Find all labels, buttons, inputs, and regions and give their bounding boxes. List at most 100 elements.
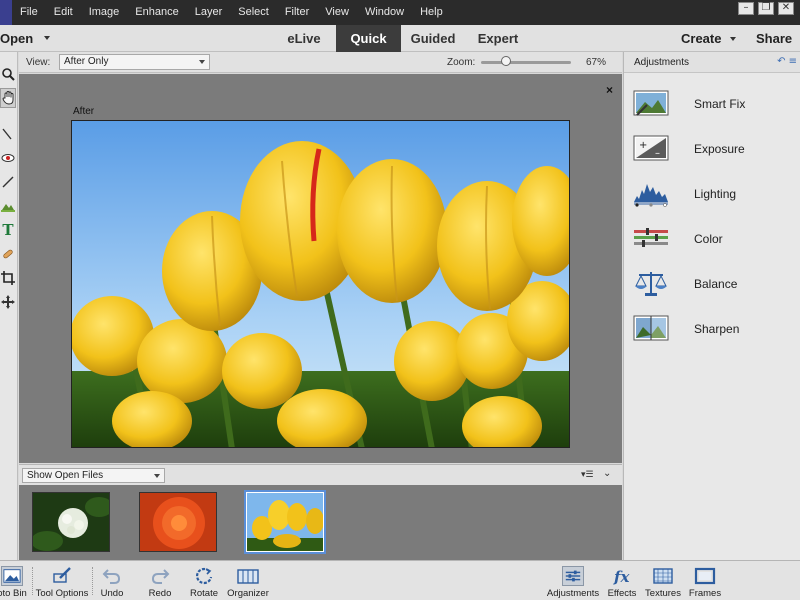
task-label: oto Bin	[0, 588, 27, 599]
textures-button[interactable]: Textures	[644, 561, 682, 600]
create-button[interactable]: Create	[681, 25, 721, 52]
menu-filter[interactable]: Filter	[277, 0, 317, 25]
menu-image[interactable]: Image	[81, 0, 128, 25]
tab-quick[interactable]: Quick	[336, 25, 401, 52]
menu-bar: File Edit Image Enhance Layer Select Fil…	[0, 0, 800, 25]
zoom-tool-icon[interactable]	[0, 64, 16, 84]
tab-expert[interactable]: Expert	[466, 25, 530, 52]
move-tool-icon[interactable]	[0, 292, 16, 312]
adjustment-label: Exposure	[694, 142, 745, 156]
menu-select[interactable]: Select	[230, 0, 277, 25]
adjustments-panel-header: Adjustments ↶ ≡	[624, 52, 800, 73]
effects-button[interactable]: fx Effects	[605, 561, 639, 600]
photo-bin-dropdown[interactable]: Show Open Files	[22, 468, 165, 483]
menu-edit[interactable]: Edit	[46, 0, 81, 25]
tab-elive[interactable]: eLive	[276, 25, 332, 52]
adjustment-exposure[interactable]: + – Exposure	[624, 129, 800, 169]
image-canvas: After ×	[19, 74, 622, 463]
reset-panel-icon[interactable]: ↶ ≡	[777, 56, 797, 67]
tulip-photo[interactable]	[71, 120, 570, 448]
zoom-slider-track[interactable]	[481, 61, 571, 64]
chevron-down-icon[interactable]: ⌄	[603, 468, 611, 479]
redo-icon	[151, 569, 170, 584]
organizer-button[interactable]: Organizer	[227, 561, 269, 600]
restore-icon[interactable]: ❐	[758, 2, 774, 15]
photo-bin-icon	[1, 566, 23, 586]
adjustment-label: Lighting	[694, 187, 737, 201]
view-dropdown-value: After Only	[64, 56, 109, 67]
svg-text:+: +	[639, 140, 647, 151]
chevron-down-icon[interactable]	[730, 37, 736, 41]
rotate-button[interactable]: Rotate	[188, 561, 220, 600]
adjustment-color[interactable]: Color	[624, 219, 800, 259]
bottom-taskbar: oto Bin Tool Options Undo Redo Rotate Or…	[0, 560, 800, 600]
straighten-icon[interactable]	[0, 196, 16, 216]
close-image-icon[interactable]: ×	[606, 83, 613, 97]
chevron-down-icon	[199, 60, 205, 64]
separator	[32, 567, 33, 595]
tools-panel: T	[0, 52, 18, 560]
view-dropdown[interactable]: After Only	[59, 54, 210, 70]
adjustment-balance[interactable]: Balance	[624, 264, 800, 304]
spot-healing-icon[interactable]	[0, 244, 16, 264]
adjustments-icon	[562, 566, 584, 586]
task-label: Effects	[607, 588, 637, 599]
open-button[interactable]: Open	[0, 25, 33, 52]
undo-button[interactable]: Undo	[97, 561, 127, 600]
quick-selection-icon[interactable]	[0, 124, 16, 144]
crop-tool-icon[interactable]	[0, 268, 16, 288]
adjustment-lighting[interactable]: Lighting	[624, 174, 800, 214]
view-options-bar: View: After Only Zoom: 67%	[19, 52, 622, 73]
window-controls: – ❐ ✕	[738, 0, 800, 18]
mode-bar: Open eLive Quick Guided Expert Create Sh…	[0, 25, 800, 52]
photo-bin	[19, 485, 622, 560]
adjustments-panel: Adjustments ↶ ≡ Smart Fix + – Exposure L…	[623, 52, 800, 560]
type-tool-icon[interactable]: T	[0, 220, 16, 240]
menu-layer[interactable]: Layer	[187, 0, 231, 25]
tab-guided[interactable]: Guided	[401, 25, 465, 52]
thumbnail-yellow-tulips[interactable]	[244, 490, 326, 554]
redo-button[interactable]: Redo	[145, 561, 175, 600]
color-icon	[634, 228, 668, 247]
thumbnail-hydrangea[interactable]	[32, 492, 110, 552]
task-label: Frames	[688, 588, 722, 599]
menu-enhance[interactable]: Enhance	[127, 0, 186, 25]
close-window-icon[interactable]: ✕	[778, 2, 794, 15]
adjustments-title: Adjustments	[634, 57, 690, 68]
bin-menu-icon[interactable]: ▾☰	[581, 469, 594, 480]
task-label: Redo	[148, 588, 172, 599]
zoom-value[interactable]: 67%	[586, 57, 606, 68]
chevron-down-icon[interactable]	[44, 36, 50, 40]
photo-bin-button[interactable]: oto Bin	[0, 561, 30, 600]
thumbnail-orange-flower[interactable]	[139, 492, 217, 552]
balance-icon	[635, 272, 667, 296]
chevron-down-icon	[154, 474, 160, 478]
adjustment-smart-fix[interactable]: Smart Fix	[624, 84, 800, 124]
smart-fix-icon	[633, 90, 669, 116]
photo-bin-dropdown-value: Show Open Files	[27, 470, 104, 481]
adjustment-sharpen[interactable]: Sharpen	[624, 309, 800, 349]
menu-view[interactable]: View	[317, 0, 357, 25]
menu-window[interactable]: Window	[357, 0, 412, 25]
menu-help[interactable]: Help	[412, 0, 451, 25]
task-label: Undo	[100, 588, 124, 599]
red-eye-icon[interactable]	[0, 148, 16, 168]
frames-button[interactable]: Frames	[688, 561, 722, 600]
zoom-slider-handle[interactable]	[501, 56, 511, 66]
lighting-icon	[634, 184, 668, 207]
whiten-teeth-icon[interactable]	[0, 172, 16, 192]
tool-options-button[interactable]: Tool Options	[34, 561, 90, 600]
adjustment-label: Balance	[694, 277, 738, 291]
sharpen-icon	[633, 315, 669, 341]
adjustment-label: Color	[694, 232, 723, 246]
task-label: Textures	[645, 588, 681, 599]
svg-text:fx: fx	[613, 568, 630, 586]
adjustment-label: Sharpen	[694, 322, 740, 336]
separator	[92, 567, 93, 595]
tool-options-icon	[53, 567, 71, 583]
minimize-icon[interactable]: –	[738, 2, 754, 15]
adjustments-button[interactable]: Adjustments	[545, 561, 601, 600]
menu-file[interactable]: File	[12, 0, 46, 25]
share-button[interactable]: Share	[756, 25, 792, 52]
hand-tool-icon[interactable]	[0, 88, 16, 108]
